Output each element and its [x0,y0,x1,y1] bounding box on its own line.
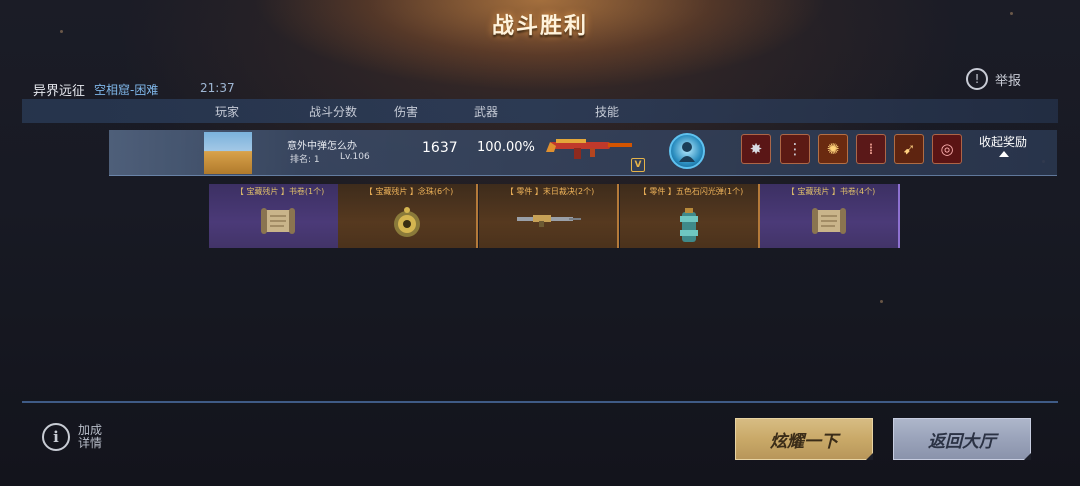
player-level: Lv.106 [340,152,370,162]
reward-card[interactable]: 【 宝藏残片 】书卷(4个) [760,184,900,248]
grenade-part-icon [680,208,698,242]
map-name: 空相窟-困难 [94,83,159,97]
reward-label: 【 宝藏残片 】书卷(1个) [235,187,325,196]
bonus-details-button[interactable]: i 加成详情 [42,423,108,451]
dash-skill-icon: ➹ [894,134,924,164]
bonus-details-label: 加成详情 [78,423,103,450]
burst-skill-icon: ✺ [818,134,848,164]
rifle-icon [546,139,632,159]
bullets-skill-icon: ⁞ [856,134,886,164]
player-rank: 排名: 1 [290,155,320,165]
warning-icon: ! [966,68,988,90]
player-score: 1637 [422,140,458,156]
match-time: 21:37 [200,81,235,95]
reward-card[interactable]: 【 零件 】五色石闪光弹(1个) [620,184,760,248]
column-damage: 伤害 [394,105,419,119]
reward-label: 【 宝藏残片 】念珠(6个) [364,187,454,196]
victory-title: 战斗胜利 [491,14,588,39]
ammo-skill-icon: ⋮ [780,134,810,164]
divider [22,401,1058,403]
reward-label: 【 宝藏残片 】书卷(4个) [786,187,876,196]
score-table-header: 玩家 战斗分数 伤害 武器 技能 [22,99,1058,123]
column-player: 玩家 [215,105,240,119]
player-name: 意外中弹怎么办 [287,141,357,152]
button-corner [1024,453,1031,460]
game-mode: 异界远征 [33,84,86,99]
reward-card[interactable]: 【 宝藏残片 】书卷(1个) [209,184,349,248]
hero-skill-icon [669,133,705,169]
chevron-up-icon[interactable] [999,151,1009,157]
reward-label: 【 零件 】五色石闪光弹(1个) [638,187,744,196]
rifle-part-icon [517,215,581,227]
column-score: 战斗分数 [309,105,358,119]
info-icon: i [42,423,70,451]
button-corner [866,453,873,460]
reward-label: 【 零件 】末日裁决(2个) [505,187,595,196]
reward-card[interactable]: 【 零件 】末日裁决(2个) [479,184,619,248]
target-skill-icon: ◎ [932,134,962,164]
show-off-button[interactable]: 炫耀一下 [735,418,873,460]
avatar [204,132,252,174]
back-to-lobby-button[interactable]: 返回大厅 [893,418,1031,460]
explosion-skill-icon: ✸ [741,134,771,164]
player-damage: 100.00% [477,140,535,155]
vip-badge-icon: V [631,158,645,172]
reward-card[interactable]: 【 宝藏残片 】念珠(6个) [338,184,478,248]
back-to-lobby-label: 返回大厅 [928,431,996,452]
report-button[interactable]: ! 举报 [966,68,1021,90]
show-off-label: 炫耀一下 [770,431,838,452]
collapse-rewards-button[interactable]: 收起奖励 [979,133,1027,150]
report-label: 举报 [995,73,1022,89]
player-row[interactable]: 意外中弹怎么办 排名: 1 Lv.106 1637 100.00% V ✸ ⋮ … [109,130,1057,176]
column-skills: 技能 [595,105,620,119]
scroll-icon [261,208,295,234]
scroll-icon [812,208,846,234]
column-weapon: 武器 [474,105,499,119]
bead-icon [394,207,420,237]
